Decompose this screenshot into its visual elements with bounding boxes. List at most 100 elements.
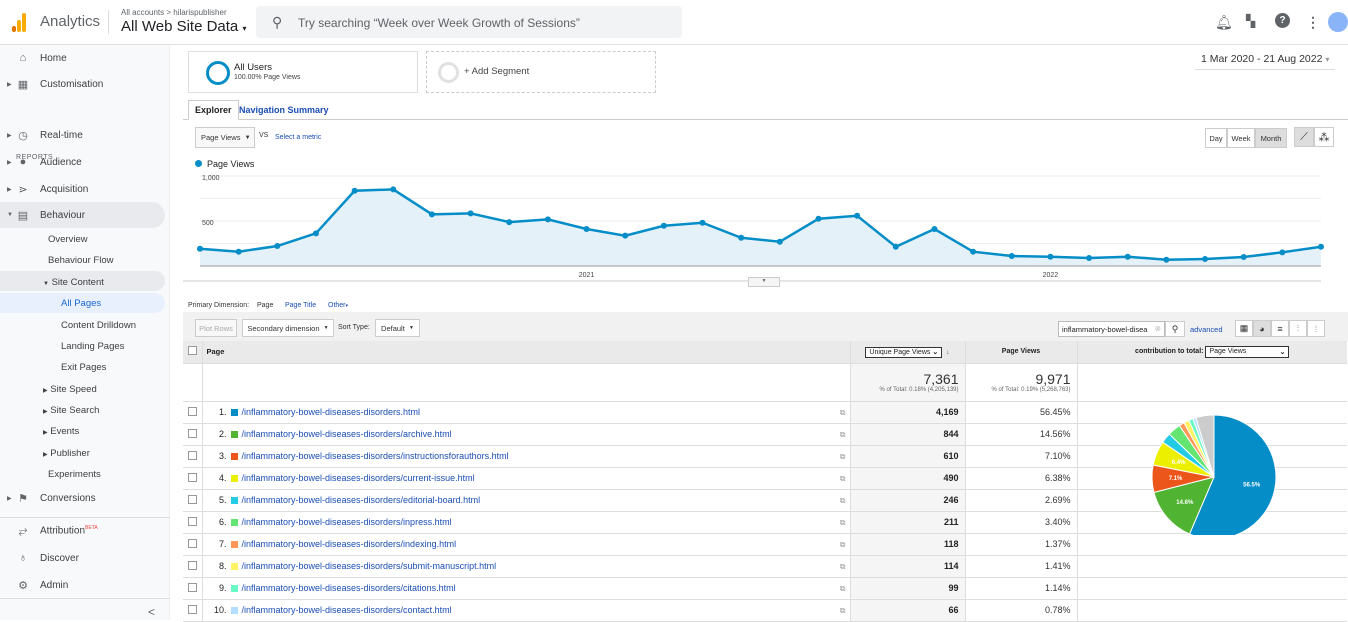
data-point[interactable] (699, 219, 706, 226)
date-range-picker[interactable]: 1 Mar 2020 - 21 Aug 2022 ▾ (1201, 53, 1329, 65)
clear-icon[interactable]: ⊗ (1155, 324, 1161, 333)
sidebar-item-home[interactable]: ⌂ Home (0, 45, 165, 71)
search-input[interactable]: ⚲ Try searching “Week over Week Growth o… (256, 6, 682, 38)
table-view-icon[interactable]: ▦ (1235, 320, 1253, 337)
row-checkbox[interactable] (187, 538, 197, 548)
more-vert-icon[interactable]: ⋮ (1306, 14, 1320, 31)
row-checkbox[interactable] (187, 428, 197, 438)
dim-other[interactable]: Other▾ (328, 302, 348, 309)
open-page-icon[interactable]: ⧉ (840, 408, 846, 418)
collapse-sidebar-button[interactable]: < (148, 605, 155, 619)
data-point[interactable] (854, 212, 861, 219)
data-point[interactable] (390, 186, 397, 193)
dim-page[interactable]: Page (257, 302, 273, 309)
data-point[interactable] (892, 243, 899, 250)
motion-chart-icon[interactable]: ⁂ (1314, 127, 1334, 147)
sort-desc-icon[interactable]: ↓ (946, 349, 950, 356)
sidebar-item-overview[interactable]: Overview (48, 234, 88, 245)
apps-grid-icon[interactable]: ▚ (1246, 14, 1255, 28)
help-icon[interactable]: ? (1275, 13, 1290, 28)
data-point[interactable] (351, 187, 358, 194)
data-point[interactable] (544, 216, 551, 223)
primary-metric-select[interactable]: Page Views ▼ (195, 127, 255, 148)
page-link[interactable]: /inflammatory-bowel-diseases-disorders/i… (242, 539, 457, 549)
row-checkbox[interactable] (187, 560, 197, 570)
data-point[interactable] (312, 230, 319, 237)
col-page-views[interactable]: Page Views (965, 341, 1078, 364)
data-point[interactable] (776, 238, 783, 245)
row-checkbox[interactable] (187, 406, 197, 416)
data-point[interactable] (197, 245, 203, 252)
open-page-icon[interactable]: ⧉ (840, 584, 846, 594)
open-page-icon[interactable]: ⧉ (840, 540, 846, 550)
data-point[interactable] (970, 248, 977, 255)
page-link[interactable]: /inflammatory-bowel-diseases-disorders/e… (242, 495, 481, 505)
sidebar-item-publisher[interactable]: ▶ Publisher (43, 448, 90, 459)
col-page[interactable]: Page (202, 341, 851, 364)
data-point[interactable] (1008, 253, 1015, 260)
search-icon[interactable]: ⚲ (1165, 321, 1185, 337)
open-page-icon[interactable]: ⧉ (840, 562, 846, 572)
select-metric-link[interactable]: Select a metric (275, 134, 321, 141)
page-link[interactable]: /inflammatory-bowel-diseases-disorders/c… (242, 473, 475, 483)
page-link[interactable]: /inflammatory-bowel-diseases-disorders/i… (242, 517, 452, 527)
data-point[interactable] (583, 226, 590, 233)
page-link[interactable]: /inflammatory-bowel-diseases-disorders/c… (242, 605, 452, 615)
select-all-checkbox[interactable] (187, 346, 197, 356)
data-point[interactable] (622, 232, 629, 239)
plot-rows-button[interactable]: Plot Rows (195, 319, 237, 337)
bell-icon[interactable]: 🔔︎ (1215, 14, 1233, 31)
page-link[interactable]: /inflammatory-bowel-diseases-disorders/a… (242, 429, 452, 439)
data-point[interactable] (1086, 254, 1093, 261)
sidebar-item-exit-pages[interactable]: Exit Pages (61, 362, 106, 373)
sidebar-item-discover[interactable]: ♁ Discover (0, 545, 165, 571)
page-link[interactable]: /inflammatory-bowel-diseases-disorders.h… (242, 407, 421, 417)
row-checkbox[interactable] (187, 516, 197, 526)
contribution-select[interactable]: Page Views ⌄ (1205, 345, 1290, 358)
page-link[interactable]: /inflammatory-bowel-diseases-disorders/i… (242, 451, 509, 461)
sidebar-item-admin[interactable]: ⚙ Admin (0, 572, 165, 598)
segment-all-users[interactable]: All Users 100.00% Page Views (188, 51, 418, 93)
sidebar-item-behaviour-flow[interactable]: Behaviour Flow (48, 255, 113, 266)
open-page-icon[interactable]: ⧉ (840, 496, 846, 506)
pie-view-icon[interactable]: ◕ (1253, 320, 1271, 337)
term-cloud-view-icon[interactable]: ⁞ (1307, 320, 1325, 337)
row-checkbox[interactable] (187, 472, 197, 482)
open-page-icon[interactable]: ⧉ (840, 474, 846, 484)
data-point[interactable] (1279, 249, 1286, 256)
sidebar-item-landing-pages[interactable]: Landing Pages (61, 341, 124, 352)
line-chart-icon[interactable]: ⟋ (1294, 127, 1314, 147)
performance-view-icon[interactable]: ≡ (1271, 320, 1289, 337)
breadcrumb[interactable]: All accounts > hilarispublisher (121, 8, 227, 17)
add-segment-button[interactable]: + Add Segment (426, 51, 656, 93)
granularity-month[interactable]: Month (1255, 128, 1287, 148)
sidebar-item-site-content[interactable]: ▼ Site Content (43, 277, 104, 288)
data-point[interactable] (1124, 253, 1131, 260)
data-point[interactable] (738, 234, 745, 241)
sort-type-select[interactable]: Default ▼ (375, 319, 420, 337)
dim-page-title[interactable]: Page Title (285, 302, 316, 309)
col-unique-page-views[interactable]: Unique Page Views ⌄ ↓ (850, 341, 966, 364)
page-link[interactable]: /inflammatory-bowel-diseases-disorders/c… (242, 583, 456, 593)
secondary-dimension-select[interactable]: Secondary dimension ▼ (242, 319, 334, 337)
metric-select[interactable]: Unique Page Views ⌄ (865, 346, 943, 358)
data-point[interactable] (815, 215, 822, 222)
row-checkbox[interactable] (187, 582, 197, 592)
property-selector[interactable]: All Web Site Data ▾ (121, 18, 246, 35)
avatar[interactable] (1328, 12, 1348, 32)
data-point[interactable] (931, 226, 938, 233)
page-link[interactable]: /inflammatory-bowel-diseases-disorders/s… (242, 561, 497, 571)
granularity-day[interactable]: Day (1205, 128, 1227, 148)
sidebar-item-site-search[interactable]: ▶ Site Search (43, 405, 99, 416)
sidebar-item-audience[interactable]: ▶ ● Audience (0, 149, 165, 175)
row-checkbox[interactable] (187, 494, 197, 504)
data-point[interactable] (506, 219, 513, 226)
advanced-filter-link[interactable]: advanced (1190, 325, 1223, 334)
data-point[interactable] (1318, 243, 1324, 250)
sidebar-item-conversions[interactable]: ▶ ⚑ Conversions (0, 485, 165, 511)
open-page-icon[interactable]: ⧉ (840, 518, 846, 528)
table-filter-input[interactable]: inflammatory-bowel-disea ⊗ (1058, 321, 1165, 337)
sidebar-item-experiments[interactable]: Experiments (48, 469, 101, 480)
sidebar-item-all-pages[interactable]: All Pages (61, 298, 101, 309)
data-point[interactable] (428, 211, 435, 218)
